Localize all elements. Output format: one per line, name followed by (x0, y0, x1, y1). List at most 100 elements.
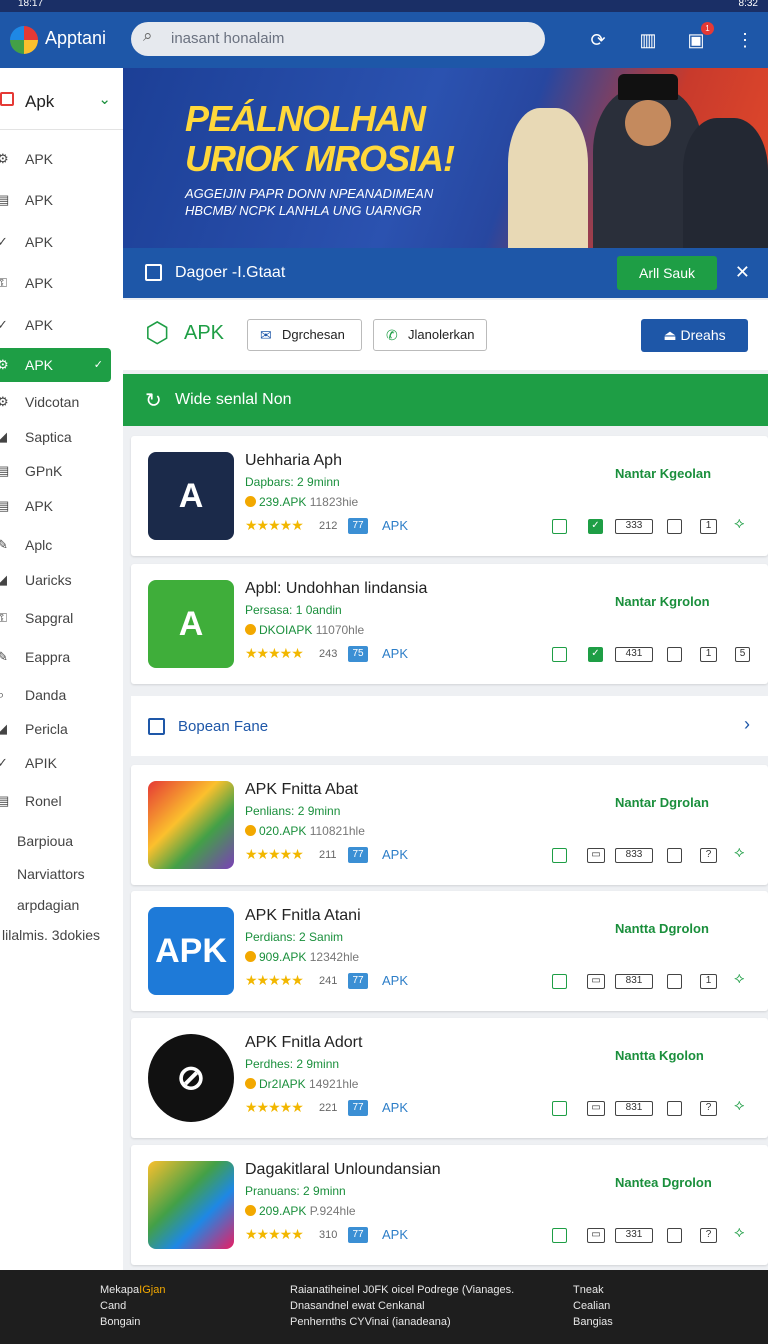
page-box[interactable]: ? (700, 848, 717, 863)
footer-link[interactable]: Raianatiheinel J0FK oicel Podrege (Viana… (290, 1282, 514, 1298)
sidebar-item[interactable]: ✓ APK (0, 308, 111, 342)
sidebar-footer-item[interactable]: arpdagian (0, 888, 111, 922)
page-box[interactable]: ? (700, 1228, 717, 1243)
sidebar-item[interactable]: ⚙ APK ✓ (0, 348, 111, 382)
app-icon[interactable]: A (148, 452, 234, 540)
app-name[interactable]: APK Fnitta Abat (245, 781, 358, 799)
bookmark-icon[interactable]: ▥ (636, 28, 660, 52)
checkbox[interactable] (552, 519, 567, 534)
search-input[interactable]: inasant honalaim (131, 22, 545, 56)
footer-link[interactable]: IGjan (139, 1284, 165, 1296)
sidebar-item[interactable]: ✎ Eappra (0, 640, 111, 674)
counter-box[interactable]: 333 (615, 519, 653, 534)
app-name[interactable]: Uehharia Aph (245, 452, 342, 470)
install-label[interactable]: Nantta Dgrolon (615, 921, 709, 936)
checkbox[interactable]: ✓ (588, 647, 603, 662)
app-name[interactable]: APK Fnitla Adort (245, 1034, 362, 1052)
diamond-arrow-icon[interactable]: ⟡ (734, 515, 745, 533)
sidebar-item[interactable]: ⚙ APK (0, 142, 111, 176)
page-box[interactable]: 1 (700, 519, 717, 534)
checkbox[interactable] (667, 848, 682, 863)
sidebar-item[interactable]: ▤ APK (0, 183, 111, 217)
sidebar-item[interactable]: ⌕ Danda (0, 678, 111, 712)
checkbox[interactable] (667, 1228, 682, 1243)
sidebar-footer-item[interactable]: Narviattors (0, 857, 111, 891)
checkbox[interactable] (552, 974, 567, 989)
sidebar-footer-item[interactable]: Barpioua (0, 824, 111, 858)
sidebar-header[interactable]: Apk ⌄ (0, 68, 123, 130)
app-card[interactable]: ⊘ APK Fnitla Adort Perdhes: 2 9minn Dr2IAPK… (131, 1018, 768, 1138)
footer-link[interactable]: Penhernths CYVinai (ianadeana) (290, 1314, 514, 1330)
sidebar-item[interactable]: ⚿ APK (0, 266, 111, 300)
checkbox[interactable]: ✓ (588, 519, 603, 534)
sidebar-item[interactable]: ✓ APIK (0, 746, 111, 780)
diamond-arrow-icon[interactable]: ⟡ (734, 844, 745, 862)
footer-link[interactable]: Bongain (100, 1314, 165, 1330)
checkbox[interactable] (552, 647, 567, 662)
install-label[interactable]: Nantar Kgeolan (615, 466, 711, 481)
install-label[interactable]: Nantar Kgrolon (615, 594, 710, 609)
search-button[interactable]: ✉ Dgrchesan (247, 319, 362, 351)
sidebar-item[interactable]: ⚿ Sapgral (0, 601, 111, 635)
app-card[interactable]: Dagakitlaral Unloundansian Pranuans: 2 9m… (131, 1145, 768, 1265)
app-name[interactable]: APK Fnitla Atani (245, 907, 361, 925)
phone-button[interactable]: ✆ Jlanolerkan (373, 319, 487, 351)
sidebar-item[interactable]: ⚙ Vidcotan (0, 385, 111, 419)
more-menu-icon[interactable]: ⋮ (733, 28, 757, 52)
sidebar-footer-item[interactable]: lilalmis. 3dokies (0, 918, 111, 952)
diamond-arrow-icon[interactable]: ⟡ (734, 1097, 745, 1115)
checkbox[interactable] (552, 1101, 567, 1116)
footer-link[interactable]: Tneak (573, 1282, 613, 1298)
badge-count[interactable]: 5 (735, 647, 750, 662)
sidebar-item[interactable]: ◢ Uaricks (0, 563, 111, 597)
counter-box[interactable]: 331 (615, 1228, 653, 1243)
footer-link[interactable]: Cand (100, 1298, 165, 1314)
app-card[interactable]: A Apbl: Undohhan lindansia Persasa: 1 0and… (131, 564, 768, 684)
app-name[interactable]: Apbl: Undohhan lindansia (245, 580, 427, 598)
counter-box[interactable]: 431 (615, 647, 653, 662)
sidebar-item[interactable]: ◢ Pericla (0, 712, 111, 746)
app-logo-icon[interactable] (10, 26, 38, 54)
refresh-icon[interactable]: ⟳ (586, 28, 610, 52)
add-button[interactable]: Arll Sauk (617, 256, 717, 290)
diamond-arrow-icon[interactable]: ⟡ (734, 1224, 745, 1242)
footer-link[interactable]: Bangias (573, 1314, 613, 1330)
counter-box[interactable]: 831 (615, 974, 653, 989)
sidebar-item[interactable]: ✎ Aplc (0, 528, 111, 562)
checkbox[interactable] (552, 848, 567, 863)
sidebar-item[interactable]: ▤ GPnK (0, 454, 111, 488)
app-name[interactable]: Dagakitlaral Unloundansian (245, 1161, 441, 1179)
tv-icon[interactable]: ▭ (587, 974, 605, 989)
open-page-row[interactable]: Bopean Fane › (131, 696, 768, 756)
checkbox[interactable] (667, 519, 682, 534)
app-icon[interactable] (148, 781, 234, 869)
app-card[interactable]: APK Fnitta Abat Penlians: 2 9minn 020.APK … (131, 765, 768, 885)
app-card[interactable]: APK APK Fnitla Atani Perdians: 2 Sanim 909.… (131, 891, 768, 1011)
footer-link[interactable]: Dnasandnel ewat Cenkanal (290, 1298, 514, 1314)
checkbox[interactable] (667, 974, 682, 989)
checkbox[interactable] (667, 1101, 682, 1116)
download-button[interactable]: ⏏ Dreahs (641, 319, 748, 352)
page-box[interactable]: 1 (700, 974, 717, 989)
notification-icon[interactable]: ▣ 1 (684, 22, 714, 52)
section-header[interactable]: ↻ Wide senlal Non (123, 374, 768, 426)
close-icon[interactable]: ✕ (735, 262, 750, 283)
sidebar-item[interactable]: ▤ APK (0, 489, 111, 523)
install-label[interactable]: Nantar Dgrolan (615, 795, 709, 810)
app-icon[interactable]: APK (148, 907, 234, 995)
sidebar-item[interactable]: ✓ APK (0, 225, 111, 259)
diamond-arrow-icon[interactable]: ⟡ (734, 970, 745, 988)
tv-icon[interactable]: ▭ (587, 1228, 605, 1243)
install-label[interactable]: Nantea Dgrolon (615, 1175, 712, 1190)
app-icon[interactable]: ⊘ (148, 1034, 234, 1122)
page-box[interactable]: 1 (700, 647, 717, 662)
counter-box[interactable]: 833 (615, 848, 653, 863)
footer-link[interactable]: Cealian (573, 1298, 613, 1314)
sidebar-item[interactable]: ◢ Saptica (0, 420, 111, 454)
install-label[interactable]: Nantta Kgolon (615, 1048, 704, 1063)
app-icon[interactable] (148, 1161, 234, 1249)
tv-icon[interactable]: ▭ (587, 848, 605, 863)
sidebar-item[interactable]: ▤ Ronel (0, 784, 111, 818)
app-icon[interactable]: A (148, 580, 234, 668)
checkbox[interactable] (667, 647, 682, 662)
